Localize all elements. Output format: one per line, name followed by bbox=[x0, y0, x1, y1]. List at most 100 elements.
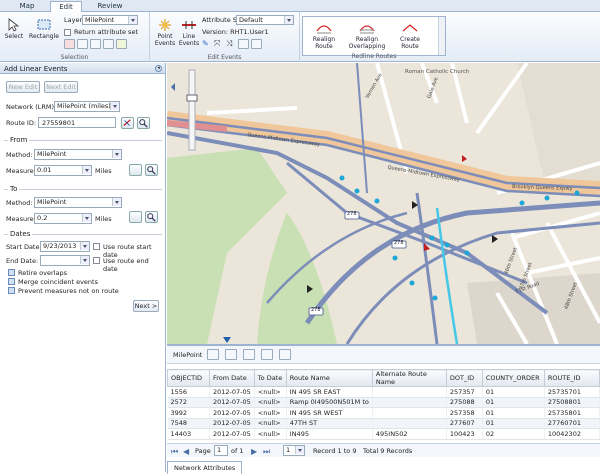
page-input[interactable]: 1 bbox=[214, 445, 228, 456]
column-header[interactable]: Route Name bbox=[285, 369, 373, 387]
from-section-title: From bbox=[8, 136, 30, 144]
zoom-slider-track[interactable] bbox=[188, 69, 196, 151]
split-icon[interactable]: ⤨ bbox=[226, 39, 237, 49]
route-pick-icon[interactable] bbox=[121, 117, 134, 129]
to-pick-location-icon[interactable] bbox=[129, 211, 142, 223]
rectangle-button[interactable]: Rectangle bbox=[28, 18, 60, 40]
table-cell: 14403 bbox=[167, 428, 210, 440]
network-value: MilePoint (miles) bbox=[57, 102, 111, 110]
column-header[interactable]: To Date bbox=[253, 369, 287, 387]
table-cell: <null> bbox=[254, 386, 287, 398]
tab-map[interactable]: Map bbox=[12, 1, 42, 12]
to-method-select[interactable]: MilePoint bbox=[34, 197, 122, 208]
table-cell: 01 bbox=[482, 418, 545, 429]
tab-review[interactable]: Review bbox=[92, 1, 128, 12]
clear-selection-icon[interactable] bbox=[64, 39, 75, 49]
point-events-button[interactable]: Point Events bbox=[154, 18, 176, 47]
collapse-panel-icon[interactable]: ◂ bbox=[155, 65, 162, 72]
retire-overlaps-checkbox[interactable] bbox=[8, 269, 15, 276]
realign-overlapping-button[interactable]: Realign Overlapping bbox=[343, 21, 391, 50]
to-measure-value: 0.2 bbox=[37, 214, 48, 222]
chevron-down-icon bbox=[110, 102, 119, 110]
network-select[interactable]: MilePoint (miles) bbox=[54, 101, 120, 112]
table-cell: <null> bbox=[254, 407, 287, 419]
tab-network-attributes[interactable]: Network Attributes bbox=[167, 461, 243, 474]
zoom-to-icon[interactable] bbox=[207, 349, 219, 360]
table-icon[interactable] bbox=[238, 39, 249, 49]
options-icon[interactable] bbox=[279, 349, 291, 360]
zoom-selection-icon[interactable] bbox=[77, 39, 88, 49]
zoom-slider-thumb[interactable] bbox=[186, 94, 198, 102]
realign-overlapping-icon bbox=[359, 25, 375, 34]
pan-to-icon[interactable] bbox=[243, 349, 255, 360]
next-edit-button[interactable]: Next Edit bbox=[44, 81, 78, 93]
use-end-date-checkbox[interactable] bbox=[93, 257, 100, 264]
from-measure-input[interactable]: 0.01 bbox=[34, 165, 92, 176]
route-id-input[interactable]: 27559801 bbox=[38, 117, 116, 128]
new-edit-button[interactable]: New Edit bbox=[6, 81, 40, 93]
grid-icon[interactable] bbox=[251, 39, 262, 49]
map-shield-278-1: 278 bbox=[347, 211, 357, 217]
column-header[interactable]: OBJECTID bbox=[167, 369, 210, 387]
first-page-icon[interactable]: ⏮ bbox=[171, 447, 178, 457]
line-events-button[interactable]: Line Events bbox=[178, 18, 200, 47]
create-route-icon bbox=[402, 24, 418, 32]
table-cell: 257357 bbox=[446, 386, 483, 398]
from-search-icon[interactable] bbox=[145, 164, 158, 176]
select-layer-icon[interactable] bbox=[103, 39, 114, 49]
to-method-value: MilePoint bbox=[37, 198, 67, 206]
table-row[interactable]: 3992 2012-07-05 <null> IN 495 SR WEST 257358… bbox=[167, 407, 600, 419]
start-date-input[interactable]: 9/23/2013 bbox=[40, 241, 90, 252]
return-attribute-checkbox[interactable] bbox=[64, 29, 71, 36]
export-icon[interactable] bbox=[261, 349, 273, 360]
from-method-select[interactable]: MilePoint bbox=[34, 149, 122, 160]
end-date-input[interactable] bbox=[40, 255, 90, 266]
realign-route-button[interactable]: Realign Route bbox=[307, 21, 341, 50]
next-button[interactable]: Next > bbox=[133, 300, 159, 312]
table-row[interactable]: 7548 2012-07-05 <null> 47TH ST 277607 01 27760… bbox=[167, 418, 600, 429]
route-id-label: Route ID: bbox=[6, 119, 37, 127]
return-attribute-label: Return attribute set bbox=[74, 28, 138, 36]
attribute-set-select[interactable]: Default bbox=[236, 15, 294, 25]
map-view[interactable]: Roman Catholic Church Queens-Midtown Exp… bbox=[167, 63, 600, 344]
realign-route-icon bbox=[316, 25, 332, 34]
merge-coincident-checkbox[interactable] bbox=[8, 278, 15, 285]
column-header[interactable]: From Date bbox=[209, 369, 255, 387]
start-date-label: Start Date: bbox=[6, 243, 42, 251]
table-cell: 2012-07-05 bbox=[209, 428, 255, 440]
page-size-select[interactable]: 1 bbox=[283, 445, 305, 456]
retire-overlaps-label: Retire overlaps bbox=[18, 269, 67, 277]
flash-icon[interactable] bbox=[225, 349, 237, 360]
selection-options-icon[interactable] bbox=[116, 39, 127, 49]
layer-select[interactable]: MilePoint bbox=[82, 15, 138, 25]
column-header[interactable]: Alternate Route Name bbox=[371, 369, 447, 387]
column-header[interactable]: DOT_ID bbox=[445, 369, 483, 387]
prev-page-icon[interactable]: ◀ bbox=[183, 447, 189, 456]
column-header[interactable]: ROUTE_ID bbox=[543, 369, 600, 387]
from-pick-location-icon[interactable] bbox=[129, 164, 142, 176]
search-icon[interactable] bbox=[137, 117, 150, 129]
table-row[interactable]: 14403 2012-07-05 <null> IN495 495IN502 100423… bbox=[167, 428, 600, 440]
to-search-icon[interactable] bbox=[145, 211, 158, 223]
table-row[interactable]: 1556 2012-07-05 <null> IN 495 SR EAST 257357… bbox=[167, 386, 600, 398]
redline-scrollbar[interactable] bbox=[438, 17, 445, 55]
table-cell: 100423 bbox=[446, 428, 483, 440]
next-page-icon[interactable]: ▶ bbox=[251, 447, 257, 456]
table-cell: 2012-07-05 bbox=[209, 386, 255, 398]
route-icon[interactable]: ⤧ bbox=[214, 39, 225, 49]
last-page-icon[interactable]: ⏭ bbox=[263, 447, 270, 457]
rectangle-select-icon bbox=[37, 19, 51, 30]
use-start-date-checkbox[interactable] bbox=[93, 243, 100, 250]
create-route-button[interactable]: Create Route bbox=[393, 21, 427, 50]
pan-selection-icon[interactable] bbox=[90, 39, 101, 49]
column-header[interactable]: COUNTY_ORDER bbox=[481, 369, 545, 387]
attribute-set-value: Default bbox=[239, 16, 263, 24]
prevent-measures-checkbox[interactable] bbox=[8, 287, 15, 294]
pencil-icon[interactable]: ✎ bbox=[202, 39, 213, 49]
create-route-label: Create Route bbox=[400, 36, 420, 50]
to-measure-input[interactable]: 0.2 bbox=[34, 213, 92, 224]
select-button[interactable]: Select bbox=[2, 18, 26, 40]
table-row[interactable]: 2572 2012-07-05 <null> Ramp 0I49500N501M to… bbox=[167, 397, 600, 408]
attribute-table-panel: MilePoint OBJECTID From Date To Date Rou… bbox=[167, 344, 600, 474]
table-cell: 2012-07-05 bbox=[209, 418, 255, 429]
